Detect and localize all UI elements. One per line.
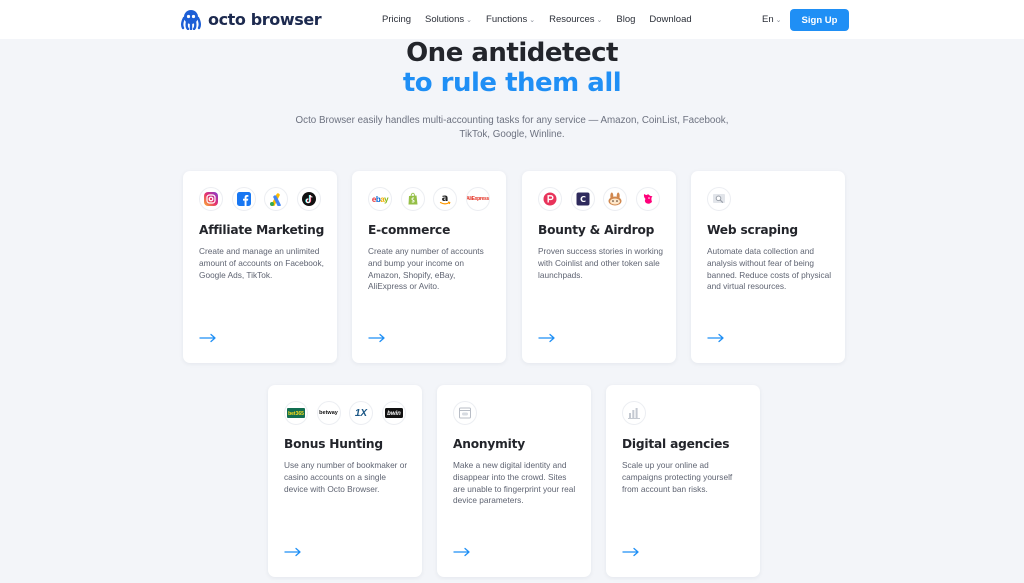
nav-label: Blog — [616, 14, 636, 25]
aliexpress-icon: AliExpress — [465, 187, 490, 211]
card-icons — [453, 401, 486, 425]
nav-item-solutions[interactable]: Solutions ⌄ — [425, 14, 472, 25]
card-description: Make a new digital identity and disappea… — [453, 460, 576, 506]
card-icons: bet365 betway 1X bwin — [284, 401, 414, 425]
launchpad-icon — [538, 187, 562, 211]
nav-item-blog[interactable]: Blog — [616, 14, 635, 25]
uniswap-icon — [635, 187, 660, 211]
1xbet-icon: 1X — [349, 401, 373, 425]
pancakeswap-icon — [603, 187, 627, 211]
svg-text:a: a — [442, 193, 449, 204]
magnifier-icon — [707, 187, 731, 211]
arrow-right-icon[interactable] — [622, 547, 640, 557]
mask-icon — [453, 401, 477, 425]
card-digital-agencies[interactable]: Digital agencies Scale up your online ad… — [606, 385, 760, 577]
hero-title-line2: to rule them all — [402, 68, 622, 98]
nav-label: Solutions — [425, 14, 465, 25]
bar-chart-icon — [622, 401, 646, 425]
nav-item-functions[interactable]: Functions ⌄ — [486, 14, 535, 25]
top-navbar: octo browser Pricing Solutions ⌄ Function… — [0, 0, 1024, 39]
card-description: Proven success stories in working with C… — [538, 246, 663, 280]
chevron-down-icon: ⌄ — [529, 16, 536, 24]
google-ads-icon — [264, 187, 288, 211]
chevron-down-icon: ⌄ — [596, 16, 603, 24]
card-title: Bounty & Airdrop — [538, 223, 655, 237]
card-title: E-commerce — [368, 223, 451, 237]
ebay-icon: ebay — [368, 187, 392, 211]
nav-label: Functions — [486, 14, 528, 25]
svg-text:C: C — [580, 195, 586, 204]
arrow-right-icon[interactable] — [538, 333, 556, 343]
card-affiliate-marketing[interactable]: Affiliate Marketing Create and manage an… — [183, 171, 337, 363]
chevron-down-icon: ⌄ — [775, 16, 782, 24]
card-description: Create and manage an unlimited amount of… — [199, 246, 324, 280]
card-title: Anonymity — [453, 437, 525, 451]
card-description: Automate data collection and analysis wi… — [707, 246, 832, 292]
coinlist-icon: C — [570, 187, 595, 211]
card-icons — [622, 401, 655, 425]
arrow-right-icon[interactable] — [284, 547, 302, 557]
signup-button[interactable]: Sign Up — [790, 9, 849, 31]
nav-label: Download — [649, 14, 692, 25]
shopify-icon — [400, 187, 425, 211]
language-selector[interactable]: En ⌄ — [762, 14, 782, 25]
arrow-right-icon[interactable] — [368, 333, 386, 343]
svg-text:bet365: bet365 — [288, 411, 304, 417]
logo[interactable]: octo browser — [179, 7, 322, 31]
card-title: Digital agencies — [622, 437, 730, 451]
card-icons: C — [538, 187, 668, 211]
nav-item-download[interactable]: Download — [649, 14, 691, 25]
nav-item-pricing[interactable]: Pricing — [382, 14, 411, 25]
card-icons — [707, 187, 740, 211]
card-web-scraping[interactable]: Web scraping Automate data collection an… — [691, 171, 845, 363]
bet365-icon: bet365 — [284, 401, 308, 425]
card-bounty-airdrop[interactable]: C Bounty & Airdrop Proven success storie… — [522, 171, 676, 363]
hero-subtitle: Octo Browser easily handles multi-accoun… — [295, 115, 729, 140]
hero-title-line1: One antidetect — [406, 38, 618, 68]
card-ecommerce[interactable]: ebay a AliExpress E-commerce Create any … — [352, 171, 506, 363]
bwin-icon: bwin — [381, 401, 406, 425]
nav-label: Pricing — [382, 14, 412, 25]
card-description: Scale up your online ad campaigns protec… — [622, 460, 733, 494]
card-description: Create any number of accounts and bump y… — [368, 246, 484, 292]
card-title: Bonus Hunting — [284, 437, 383, 451]
tiktok-icon — [296, 187, 321, 211]
arrow-right-icon[interactable] — [707, 333, 725, 343]
nav-label: Resources — [549, 14, 595, 25]
octopus-logo-icon — [181, 10, 201, 30]
instagram-icon — [199, 187, 223, 211]
language-label: En — [762, 14, 774, 25]
nav-item-resources[interactable]: Resources ⌄ — [549, 14, 602, 25]
card-bonus-hunting[interactable]: bet365 betway 1X bwin Bonus Hunting Use … — [268, 385, 422, 577]
card-title: Web scraping — [707, 223, 798, 237]
card-icons — [199, 187, 329, 211]
card-title: Affiliate Marketing — [199, 223, 325, 237]
arrow-right-icon[interactable] — [453, 547, 471, 557]
arrow-right-icon[interactable] — [199, 333, 217, 343]
amazon-icon: a — [433, 187, 457, 211]
facebook-icon — [231, 187, 256, 211]
card-description: Use any number of bookmaker or casino ac… — [284, 460, 408, 494]
chevron-down-icon: ⌄ — [466, 16, 473, 24]
card-icons: ebay a AliExpress — [368, 187, 498, 211]
card-anonymity[interactable]: Anonymity Make a new digital identity an… — [437, 385, 591, 577]
betway-icon: betway — [316, 401, 341, 425]
svg-text:bwin: bwin — [387, 411, 401, 417]
main-menu: Pricing Solutions ⌄ Functions ⌄ Resources ⌄… — [382, 0, 706, 39]
brand-name: octo browser — [208, 9, 322, 29]
